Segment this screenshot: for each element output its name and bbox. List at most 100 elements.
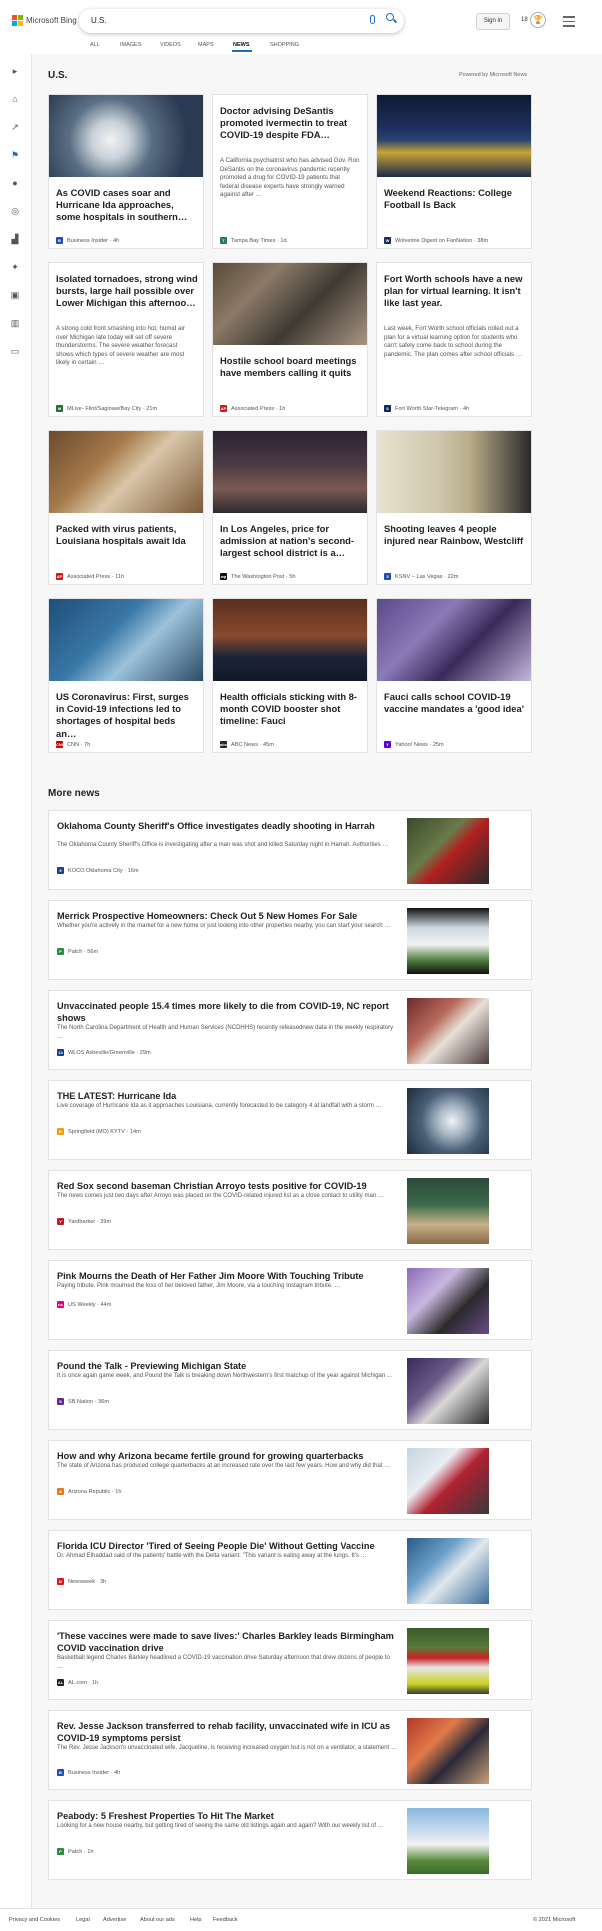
list-item-source: Y Yardbarker · 39m [57,1218,111,1225]
publisher-logo-icon: 13 [57,1049,64,1056]
card-title[interactable]: In Los Angeles, price for admission at n… [220,523,362,560]
news-list-item[interactable]: How and why Arizona became fertile groun… [48,1440,532,1520]
card-title[interactable]: Fauci calls school COVID-19 vaccine mand… [384,691,526,715]
list-item-title[interactable]: Pound the Talk - Previewing Michigan Sta… [57,1360,397,1372]
news-list-item[interactable]: Unvaccinated people 15.4 times more like… [48,990,532,1070]
publisher-logo-icon: Y [384,741,391,748]
tech-icon[interactable]: ▭ [10,346,20,356]
tab-images[interactable]: IMAGES [120,42,141,48]
list-item-title[interactable]: Peabody: 5 Freshest Properties To Hit Th… [57,1810,397,1822]
search-icon[interactable] [386,13,394,21]
news-list-item[interactable]: 'These vaccines were made to save lives:… [48,1620,532,1700]
search-input[interactable]: U.S. [79,9,404,33]
card-title[interactable]: Hostile school board meetings have membe… [220,355,362,379]
footer-link-privacy[interactable]: Privacy and Cookies [9,1917,60,1923]
news-card[interactable]: Isolated tornadoes, strong wind bursts, … [48,262,204,417]
card-source: wp The Washington Post · 5h [220,573,295,580]
card-source: 3 KSNV – Las Vegas · 22m [384,573,458,580]
card-title[interactable]: Packed with virus patients, Louisiana ho… [56,523,198,547]
list-item-title[interactable]: THE LATEST: Hurricane Ida [57,1090,397,1102]
news-list-item[interactable]: Red Sox second baseman Christian Arroyo … [48,1170,532,1250]
card-title[interactable]: Shooting leaves 4 people injured near Ra… [384,523,526,547]
home-icon[interactable]: ⌂ [10,94,20,104]
list-item-title[interactable]: Pink Mourns the Death of Her Father Jim … [57,1270,397,1282]
list-item-title[interactable]: Merrick Prospective Homeowners: Check Ou… [57,910,397,922]
tab-videos[interactable]: VIDEOS [160,42,181,48]
list-item-title[interactable]: How and why Arizona became fertile groun… [57,1450,397,1462]
card-title[interactable]: Doctor advising DeSantis promoted iverme… [220,105,362,142]
world-icon[interactable]: ◎ [10,206,20,216]
publisher-logo-icon: S [384,405,391,412]
politics-icon[interactable]: ▥ [10,318,20,328]
science-icon[interactable]: ✦ [10,262,20,272]
news-list-item[interactable]: Florida ICU Director 'Tired of Seeing Pe… [48,1530,532,1610]
tab-shopping[interactable]: SHOPPING [270,42,299,48]
publisher-logo-icon: Y [57,1218,64,1225]
bing-logo[interactable]: Microsoft Bing [12,15,77,26]
news-card[interactable]: US Coronavirus: First, surges in Covid-1… [48,598,204,753]
list-item-image [407,1628,489,1694]
footer-link-feedback[interactable]: Feedback [213,1917,238,1923]
news-card[interactable]: Doctor advising DeSantis promoted iverme… [212,94,368,249]
news-card[interactable]: As COVID cases soar and Hurricane Ida ap… [48,94,204,249]
publisher-logo-icon: us [57,1301,64,1308]
news-card[interactable]: Hostile school board meetings have membe… [212,262,368,417]
list-item-description: Basketball legend Charles Barkley headli… [57,1655,390,1670]
news-card[interactable]: In Los Angeles, price for admission at n… [212,430,368,585]
footer-link-advertise[interactable]: Advertise [103,1917,126,1923]
footer-link-about-ads[interactable]: About our ads [140,1917,175,1923]
trending-icon[interactable]: ↗ [10,122,20,132]
card-description: A strong cold front smashing into hot, h… [56,325,185,367]
rewards-points[interactable]: 18 [521,17,528,23]
list-item-title[interactable]: Florida ICU Director 'Tired of Seeing Pe… [57,1540,397,1552]
card-title[interactable]: As COVID cases soar and Hurricane Ida ap… [56,187,198,224]
list-item-title[interactable]: Red Sox second baseman Christian Arroyo … [57,1180,397,1192]
news-list-item[interactable]: Merrick Prospective Homeowners: Check Ou… [48,900,532,980]
tab-maps[interactable]: MAPS [198,42,214,48]
list-item-title[interactable]: Oklahoma County Sheriff's Office investi… [57,820,397,832]
list-item-description: The North Carolina Department of Health … [57,1025,394,1040]
card-image [49,431,203,513]
news-card[interactable]: Weekend Reactions: College Football Is B… [376,94,532,249]
list-item-title[interactable]: 'These vaccines were made to save lives:… [57,1630,397,1654]
news-list-item[interactable]: THE LATEST: Hurricane Ida Live coverage … [48,1080,532,1160]
tab-news[interactable]: NEWS [233,42,250,48]
footer-link-help[interactable]: Help [190,1917,202,1923]
list-item-image [407,908,489,974]
news-list-item[interactable]: Peabody: 5 Freshest Properties To Hit Th… [48,1800,532,1880]
card-title[interactable]: Health officials sticking with 8-month C… [220,691,362,728]
news-card[interactable]: Shooting leaves 4 people injured near Ra… [376,430,532,585]
location-icon[interactable]: ● [10,178,20,188]
tab-all[interactable]: ALL [90,42,100,48]
news-card[interactable]: Fauci calls school COVID-19 vaccine mand… [376,598,532,753]
news-list-item[interactable]: Oklahoma County Sheriff's Office investi… [48,810,532,890]
rewards-trophy-icon[interactable]: 🏆 [530,12,546,28]
card-title[interactable]: US Coronavirus: First, surges in Covid-1… [56,691,198,740]
hamburger-menu-icon[interactable] [563,16,575,30]
news-card[interactable]: Fort Worth schools have a new plan for v… [376,262,532,417]
card-source: W Wolverine Digest on FanNation · 38m [384,237,488,244]
footer-link-legal[interactable]: Legal [76,1917,90,1923]
card-source: Y Yahoo! News · 25m [384,741,444,748]
news-list-item[interactable]: Pink Mourns the Death of Her Father Jim … [48,1260,532,1340]
card-source: abc ABC News · 45m [220,741,274,748]
source-label: AL.com · 1h [68,1679,99,1686]
source-label: Yahoo! News · 25m [395,741,444,748]
sign-in-button[interactable]: Sign in [476,13,510,30]
news-card[interactable]: Packed with virus patients, Louisiana ho… [48,430,204,585]
card-title[interactable]: Isolated tornadoes, strong wind bursts, … [56,273,198,310]
list-item-title[interactable]: Rev. Jesse Jackson transferred to rehab … [57,1720,397,1744]
card-title[interactable]: Fort Worth schools have a new plan for v… [384,273,526,310]
business-icon[interactable]: ▟ [10,234,20,244]
news-list-item[interactable]: Pound the Talk - Previewing Michigan Sta… [48,1350,532,1430]
entertainment-icon[interactable]: ▣ [10,290,20,300]
news-card[interactable]: Health officials sticking with 8-month C… [212,598,368,753]
news-list-item[interactable]: Rev. Jesse Jackson transferred to rehab … [48,1710,532,1790]
us-flag-icon[interactable]: ⚑ [10,150,20,160]
microphone-icon[interactable] [370,15,375,24]
publisher-logo-icon: AP [220,405,227,412]
expand-sidebar-icon[interactable]: ▸ [10,66,20,76]
card-title[interactable]: Weekend Reactions: College Football Is B… [384,187,526,211]
card-source: S Fort Worth Star-Telegram · 4h [384,405,469,412]
list-item-title[interactable]: Unvaccinated people 15.4 times more like… [57,1000,397,1024]
